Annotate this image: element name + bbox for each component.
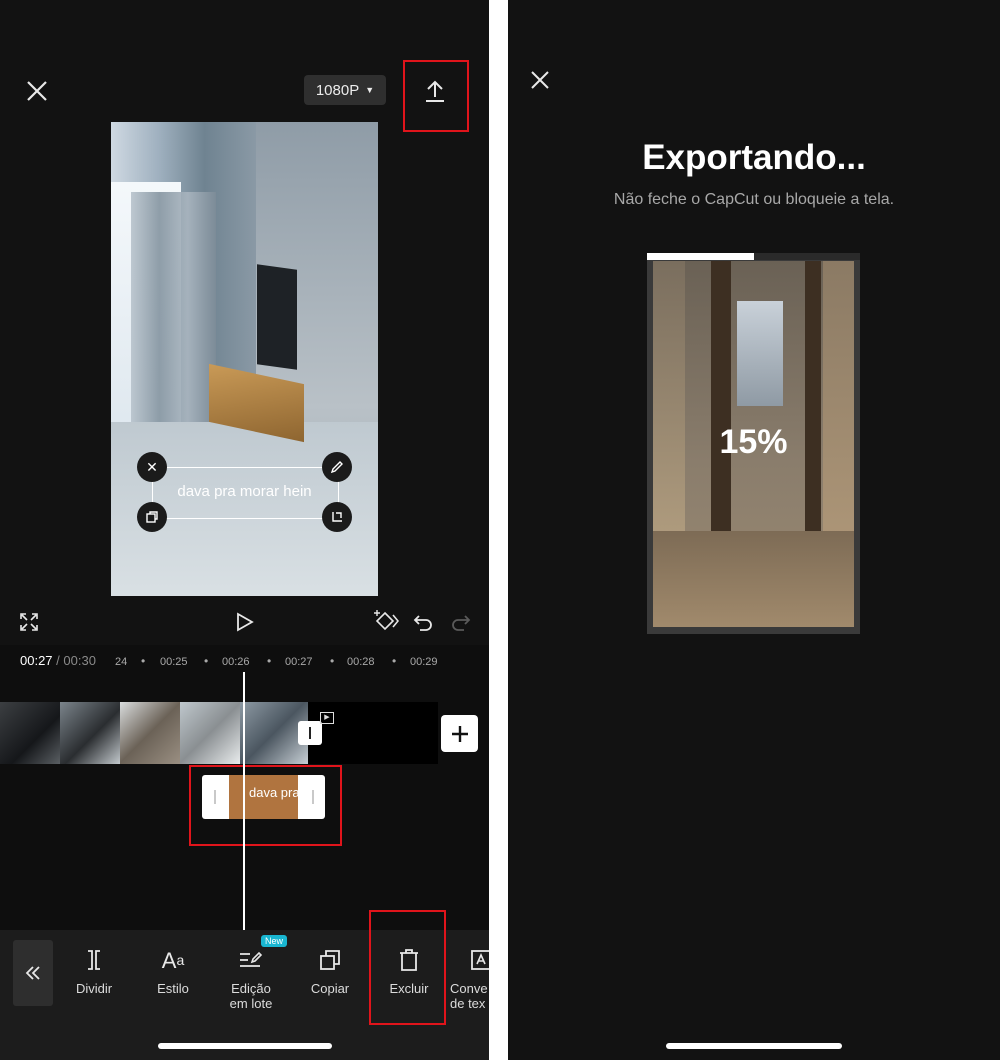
double-chevron-left-icon: [25, 966, 40, 980]
keyframe-icon[interactable]: [370, 608, 400, 634]
text-overlay[interactable]: dava pra morar hein: [152, 483, 337, 500]
ruler-dot: •: [204, 654, 209, 668]
export-title: Exportando...: [642, 138, 866, 177]
duplicate-text-icon[interactable]: [137, 502, 167, 532]
hallway-floor: [653, 531, 854, 627]
export-progress-fill: [647, 253, 754, 260]
delete-highlight-box: [369, 910, 446, 1025]
ruler-tick: 00:25: [160, 656, 188, 668]
undo-icon[interactable]: [412, 611, 434, 633]
ruler-tick: 00:26: [222, 656, 250, 668]
tool-split[interactable]: Dividir: [61, 945, 127, 996]
video-thumbnail: [60, 702, 120, 764]
fullscreen-icon[interactable]: [18, 611, 40, 633]
tv: [257, 264, 297, 370]
tool-style-label: Estilo: [157, 981, 189, 996]
export-highlight-box: [403, 60, 469, 132]
export-percentage: 15%: [719, 423, 788, 461]
editor-screen: 1080P ▼ dava pra morar hein ✕ 00:27 / 00…: [0, 0, 489, 1060]
resolution-label: 1080P: [315, 81, 360, 99]
ruler-tick: 00:29: [410, 656, 438, 668]
hallway-window: [737, 301, 783, 406]
add-clip-button[interactable]: [441, 715, 478, 752]
tool-copy[interactable]: Copiar: [297, 945, 363, 996]
export-screen: Exportando... Não feche o CapCut ou bloq…: [508, 0, 1000, 1060]
playhead[interactable]: [243, 672, 245, 930]
tool-convert-text[interactable]: Conve de tex: [450, 945, 489, 1011]
total-time: 00:30: [63, 653, 96, 668]
clip-play-icon: ▶: [320, 712, 334, 724]
export-subtitle: Não feche o CapCut ou bloqueie a tela.: [613, 191, 895, 208]
ruler-tick: 24: [115, 656, 128, 668]
rotate-scale-text-icon[interactable]: [322, 502, 352, 532]
export-thumbnail: 15%: [647, 253, 860, 634]
remove-text-icon[interactable]: ✕: [137, 452, 167, 482]
style-icon: Aa: [161, 947, 185, 973]
plus-icon: [451, 725, 468, 742]
split-icon: [88, 950, 100, 970]
video-thumbnail: [0, 702, 60, 764]
video-track[interactable]: [0, 702, 308, 764]
tool-batch-edit[interactable]: Edição em lote: [218, 945, 284, 1011]
tool-convert-text-label: Conve de tex: [450, 981, 488, 1011]
current-time: 00:27: [20, 653, 53, 668]
time-readout: 00:27 / 00:30: [20, 653, 96, 668]
batch-edit-icon: [240, 951, 263, 967]
close-icon[interactable]: [528, 68, 552, 92]
ruler-dot: •: [267, 654, 272, 668]
close-icon[interactable]: [22, 76, 52, 106]
tool-copy-label: Copiar: [310, 981, 350, 996]
curtain: [131, 192, 216, 432]
ruler-tick: 00:28: [347, 656, 375, 668]
resolution-dropdown[interactable]: 1080P ▼: [304, 75, 386, 105]
collapse-toolbar-button[interactable]: [13, 940, 53, 1006]
time-separator: /: [56, 653, 60, 668]
text-clip-highlight-box: [189, 765, 342, 846]
home-indicator: [158, 1043, 332, 1049]
ruler-dot: •: [392, 654, 397, 668]
video-thumbnail: [120, 702, 180, 764]
transition-marker: [309, 727, 311, 739]
tool-style[interactable]: Aa Estilo: [140, 945, 206, 996]
new-badge: New: [261, 935, 288, 947]
play-icon[interactable]: [234, 611, 256, 633]
home-indicator: [666, 1043, 842, 1049]
ruler-tick: 00:27: [285, 656, 313, 668]
edit-text-icon[interactable]: [322, 452, 352, 482]
tool-batch-edit-label: Edição em lote: [229, 981, 273, 1011]
ruler-dot: •: [330, 654, 335, 668]
hallway-door-right: [805, 261, 821, 541]
convert-text-icon: [471, 950, 489, 970]
tool-split-label: Dividir: [75, 981, 113, 996]
export-progress-track: [647, 253, 860, 260]
ruler-dot: •: [141, 654, 146, 668]
caret-down-icon: ▼: [365, 85, 375, 95]
redo-icon: [450, 611, 472, 633]
hallway-door-left: [711, 261, 731, 541]
video-thumbnail: [180, 702, 240, 764]
copy-icon: [320, 950, 340, 970]
